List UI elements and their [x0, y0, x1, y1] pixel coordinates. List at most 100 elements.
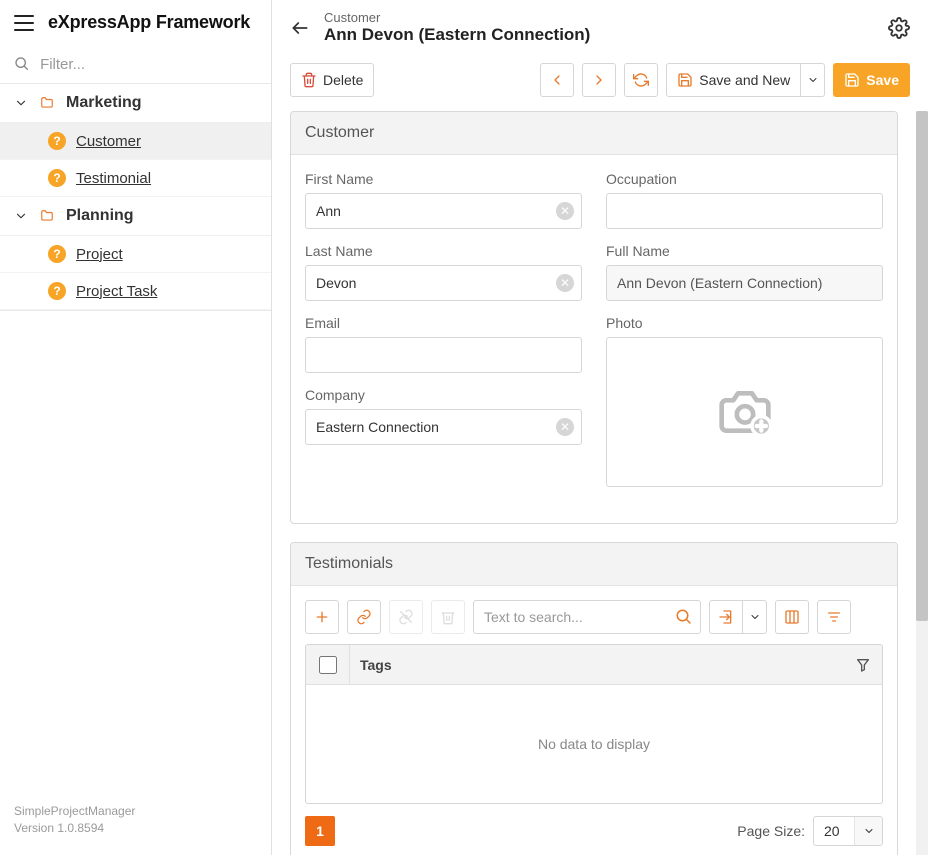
- occupation-input[interactable]: [606, 193, 883, 229]
- prev-record-button[interactable]: [540, 63, 574, 97]
- app-brand: eXpressApp Framework: [48, 12, 250, 33]
- occupation-label: Occupation: [606, 171, 883, 187]
- link-icon: [356, 609, 372, 625]
- action-toolbar: Delete Save and New: [272, 53, 928, 111]
- unlink-button: [389, 600, 423, 634]
- nav-group-marketing[interactable]: Marketing: [0, 84, 271, 123]
- photo-label: Photo: [606, 315, 883, 331]
- unlink-icon: [398, 609, 414, 625]
- export-icon: [718, 609, 734, 625]
- nav-item-label: Project: [76, 246, 123, 263]
- caret-down-icon: [863, 825, 875, 837]
- columns-icon: [784, 609, 800, 625]
- settings-button[interactable]: [888, 17, 910, 39]
- nav-item-label: Project Task: [76, 283, 157, 300]
- clear-button[interactable]: ✕: [556, 274, 574, 292]
- refresh-button[interactable]: [624, 63, 658, 97]
- save-and-new-button[interactable]: Save and New: [666, 63, 801, 97]
- column-header-tags[interactable]: Tags: [350, 657, 844, 673]
- footer-version: Version 1.0.8594: [14, 820, 257, 837]
- save-and-new-dropdown[interactable]: [801, 63, 825, 97]
- column-chooser-button[interactable]: [775, 600, 809, 634]
- page-size-label: Page Size:: [737, 823, 805, 839]
- question-icon: ?: [48, 132, 66, 150]
- trash-icon: [440, 609, 456, 625]
- scrollbar-thumb[interactable]: [916, 111, 928, 621]
- back-button[interactable]: [290, 18, 310, 38]
- chevron-left-icon: [549, 72, 565, 88]
- testimonials-panel-title: Testimonials: [291, 543, 897, 586]
- add-button[interactable]: [305, 600, 339, 634]
- email-label: Email: [305, 315, 582, 331]
- refresh-icon: [633, 72, 649, 88]
- nav-item-label: Customer: [76, 133, 141, 150]
- page-size-select[interactable]: 20: [813, 816, 883, 846]
- page-number-1[interactable]: 1: [305, 816, 335, 846]
- menu-toggle-button[interactable]: [14, 15, 34, 31]
- photo-upload[interactable]: [606, 337, 883, 487]
- nav-group-planning[interactable]: Planning: [0, 197, 271, 236]
- save-new-icon: [677, 72, 693, 88]
- page-size-caret[interactable]: [854, 817, 882, 845]
- save-button[interactable]: Save: [833, 63, 910, 97]
- nav-item-project[interactable]: ? Project: [0, 236, 271, 273]
- last-name-label: Last Name: [305, 243, 582, 259]
- folder-icon: [38, 96, 56, 110]
- nav-item-testimonial[interactable]: ? Testimonial: [0, 160, 271, 197]
- save-icon: [844, 72, 860, 88]
- trash-icon: [301, 72, 317, 88]
- sidebar: eXpressApp Framework Marketing ? Custome…: [0, 0, 272, 855]
- save-and-new-label: Save and New: [699, 72, 790, 88]
- clear-button[interactable]: ✕: [556, 202, 574, 220]
- page-size-value: 20: [814, 817, 854, 845]
- first-name-label: First Name: [305, 171, 582, 187]
- export-button[interactable]: [709, 600, 743, 634]
- plus-icon: [314, 609, 330, 625]
- select-all-checkbox[interactable]: [319, 656, 337, 674]
- filter-builder-button[interactable]: [817, 600, 851, 634]
- nav-item-customer[interactable]: ? Customer: [0, 123, 271, 160]
- nav-group-label: Marketing: [66, 94, 142, 112]
- clear-button[interactable]: ✕: [556, 418, 574, 436]
- export-dropdown[interactable]: [743, 600, 767, 634]
- chevron-down-icon: [14, 209, 28, 223]
- delete-row-button: [431, 600, 465, 634]
- testimonials-panel: Testimonials: [290, 542, 898, 855]
- grid-search-input[interactable]: [473, 600, 701, 634]
- footer-app-name: SimpleProjectManager: [14, 803, 257, 820]
- testimonials-grid: Tags No data to display: [305, 644, 883, 804]
- company-label: Company: [305, 387, 582, 403]
- search-icon[interactable]: [675, 608, 693, 626]
- folder-icon: [38, 209, 56, 223]
- link-button[interactable]: [347, 600, 381, 634]
- page-title: Ann Devon (Eastern Connection): [324, 25, 590, 45]
- next-record-button[interactable]: [582, 63, 616, 97]
- grid-empty-text: No data to display: [306, 685, 882, 803]
- caret-down-icon: [807, 74, 819, 86]
- nav-filter-input[interactable]: [40, 56, 257, 73]
- customer-panel-title: Customer: [291, 112, 897, 155]
- question-icon: ?: [48, 245, 66, 263]
- caret-down-icon: [749, 611, 761, 623]
- chevron-down-icon: [14, 96, 28, 110]
- full-name-label: Full Name: [606, 243, 883, 259]
- filter-icon: [826, 609, 842, 625]
- nav-item-label: Testimonial: [76, 170, 151, 187]
- header-filter-icon[interactable]: [855, 657, 871, 673]
- breadcrumb: Customer: [324, 10, 590, 25]
- company-input[interactable]: [305, 409, 582, 445]
- nav-item-project-task[interactable]: ? Project Task: [0, 273, 271, 310]
- question-icon: ?: [48, 282, 66, 300]
- full-name-input: [606, 265, 883, 301]
- camera-add-icon: [712, 384, 778, 440]
- nav-group-label: Planning: [66, 207, 134, 225]
- delete-label: Delete: [323, 72, 363, 88]
- customer-panel: Customer First Name ✕: [290, 111, 898, 524]
- first-name-input[interactable]: [305, 193, 582, 229]
- email-input[interactable]: [305, 337, 582, 373]
- last-name-input[interactable]: [305, 265, 582, 301]
- chevron-right-icon: [591, 72, 607, 88]
- delete-button[interactable]: Delete: [290, 63, 374, 97]
- search-icon: [14, 55, 30, 73]
- save-label: Save: [866, 72, 899, 88]
